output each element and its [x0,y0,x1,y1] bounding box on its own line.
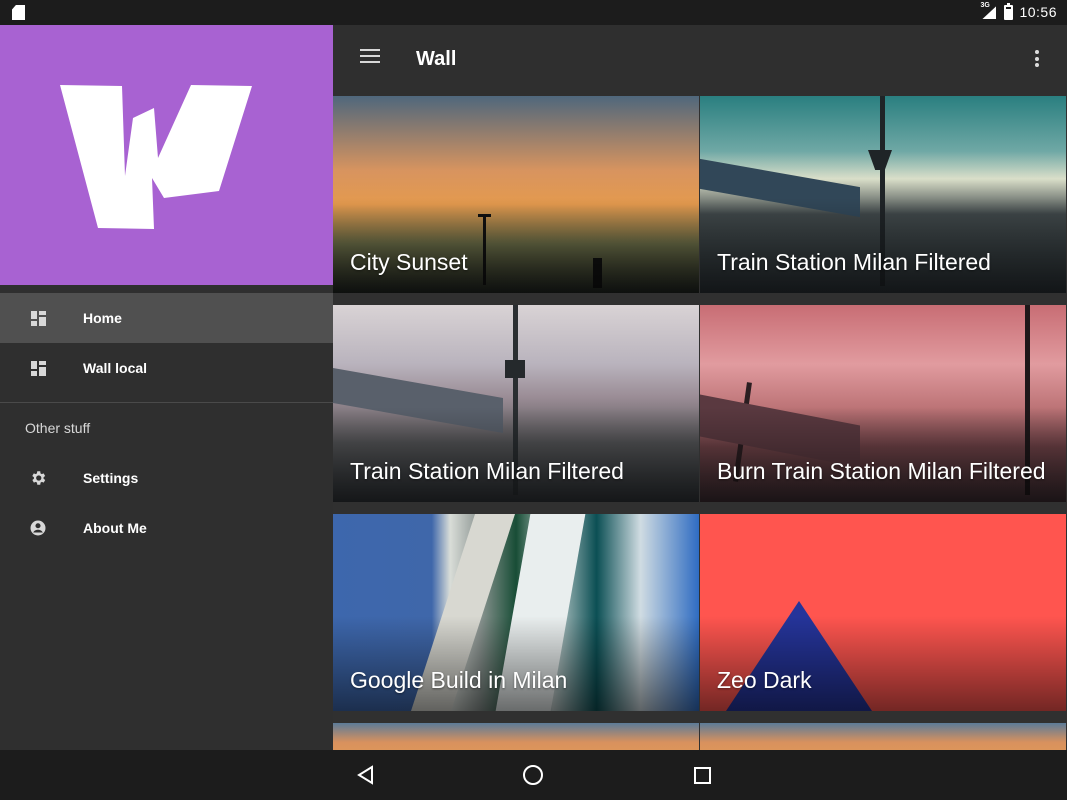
drawer-item-wall-local[interactable]: Wall local [0,343,333,393]
back-icon[interactable] [356,765,374,785]
system-navigation-bar [0,750,1067,800]
wallpaper-title: City Sunset [350,249,468,275]
battery-icon [1004,2,1014,20]
drawer-item-settings[interactable]: Settings [0,453,333,503]
wallpaper-card-burn-train-station[interactable]: Burn Train Station Milan Filtered [700,305,1066,502]
recent-apps-icon[interactable] [694,767,711,784]
home-icon[interactable] [523,765,543,785]
drawer-header [0,25,333,285]
wallpaper-title: Train Station Milan Filtered [717,249,991,275]
drawer-item-about-me[interactable]: About Me [0,503,333,553]
dashboard-icon [29,359,47,377]
drawer-primary-list: Home Wall local [0,285,333,393]
more-vert-icon[interactable] [1035,50,1039,67]
drawer-item-label: Settings [83,470,139,486]
wallpaper-card-google-build[interactable]: Google Build in Milan [333,514,699,711]
signal-icon: 3G [980,2,998,20]
menu-icon[interactable] [360,49,380,65]
clock: 10:56 [1019,4,1057,20]
wallpaper-card-zeo-dark[interactable]: Zeo Dark [700,514,1066,711]
drawer-item-label: Wall local [83,360,148,376]
wall-logo-icon [60,85,252,229]
navigation-drawer: Home Wall local Other stuff Settings Abo… [0,25,333,750]
wallpaper-card-train-station-filtered-1[interactable]: Train Station Milan Filtered [700,96,1066,293]
wallpaper-card-city-sunset[interactable]: City Sunset [333,96,699,293]
wallpaper-card-train-station-filtered-2[interactable]: Train Station Milan Filtered [333,305,699,502]
drawer-item-label: Home [83,310,122,326]
drawer-item-home[interactable]: Home [0,293,333,343]
app-bar: Wall [333,25,1067,96]
status-bar: 3G 10:56 [0,0,1067,25]
wallpaper-title: Train Station Milan Filtered [350,458,624,484]
wallpaper-title: Google Build in Milan [350,667,568,693]
drawer-section-title: Other stuff [25,420,91,436]
wallpaper-title: Zeo Dark [717,667,812,693]
dashboard-icon [29,309,47,327]
network-type: 3G [980,2,990,9]
gear-icon [29,469,47,487]
account-circle-icon [29,519,47,537]
page-title: Wall [416,48,457,70]
wallpaper-title: Burn Train Station Milan Filtered [717,458,1046,484]
wallpaper-card-partial-right[interactable] [700,723,1066,750]
wallpaper-grid: City Sunset Train Station Milan Filtered… [333,96,1067,750]
sd-card-icon [12,5,25,20]
wallpaper-card-partial-left[interactable] [333,723,699,750]
status-icons: 3G 10:56 [980,2,1057,20]
drawer-item-label: About Me [83,520,147,536]
